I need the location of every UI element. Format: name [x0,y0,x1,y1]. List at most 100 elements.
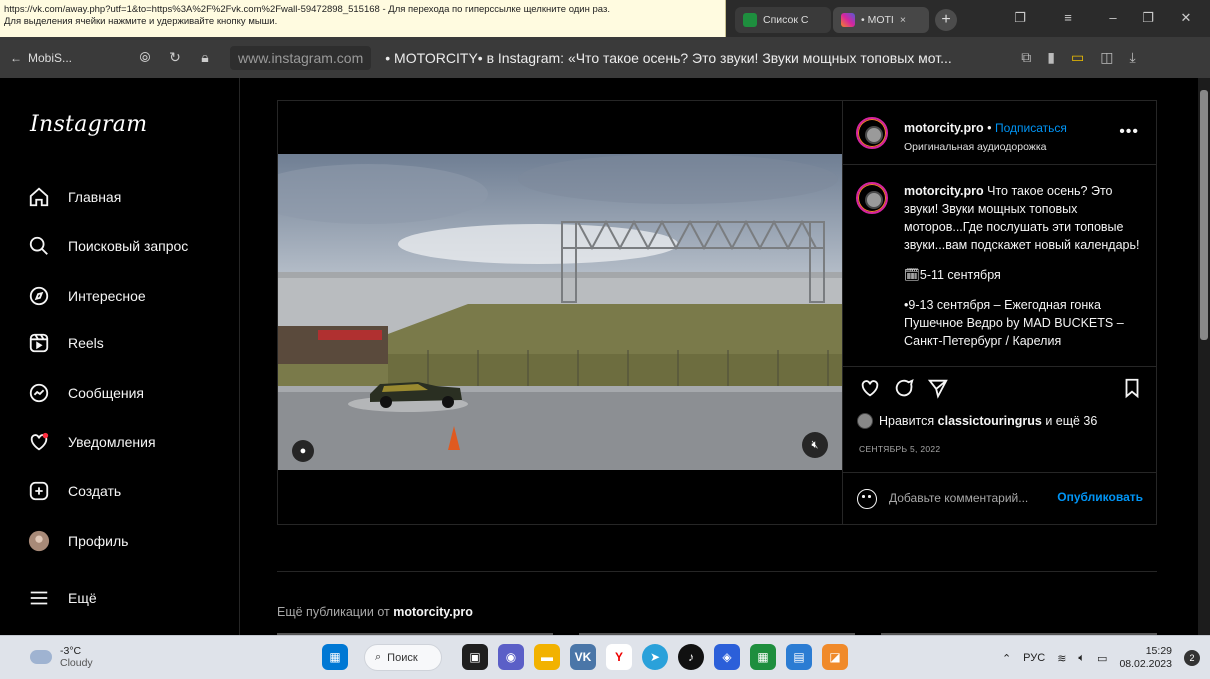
notification-icon[interactable]: 2 [1184,650,1200,666]
collections-icon[interactable]: ❐ [1012,10,1028,26]
translate-icon[interactable]: ⧉ [1021,49,1031,66]
instagram-logo[interactable]: Instagram [30,112,147,137]
nav-notifications[interactable]: Уведомления [28,427,156,457]
nav-explore[interactable]: Интересное [28,281,146,311]
nav-profile[interactable]: Профиль [28,526,128,556]
download-icon[interactable]: ⤓ [1129,49,1135,66]
start-windows-icon[interactable]: ▦ [322,644,348,670]
task-view-icon[interactable]: ▣ [462,644,488,670]
url-domain[interactable]: www.instagram.com [230,45,372,70]
keyboard-language[interactable]: РУС [1023,652,1045,664]
main-content: ● 🔇︎ motorcity.pro • Подписаться Оригина… [241,78,1198,635]
emoji-icon[interactable] [857,489,877,509]
back-button[interactable]: ← MobiS... [10,51,130,65]
nav-label: Профиль [68,533,129,549]
word-app-icon[interactable]: ▤ [786,644,812,670]
nav-home[interactable]: Главная [28,182,121,212]
nav-label: Уведомления [68,434,156,450]
cloud-icon [30,650,52,664]
temperature: -3°C [60,645,82,657]
teams-chat-icon[interactable]: ◉ [498,644,524,670]
extensions-icon[interactable]: ◫ [1100,49,1113,66]
battery-icon[interactable]: ▭ [1097,652,1107,665]
nav-more[interactable]: Ещё [28,583,97,613]
follow-button[interactable]: Подписаться [995,121,1067,135]
tab-menu-icon[interactable]: ≡ [1060,10,1076,26]
publish-button[interactable]: Опубликовать [1057,490,1143,504]
taskbar-search[interactable]: ⌕ Поиск [364,644,442,671]
likes-prefix: Нравится [879,414,938,428]
share-send-icon[interactable] [927,377,949,399]
video-frame [278,154,842,470]
plus-square-icon [28,480,50,502]
page-scrollbar[interactable] [1198,78,1210,635]
liker-username[interactable]: classictouringrus [938,414,1042,428]
chevron-up-icon[interactable]: ⌃ [1002,652,1011,665]
nav-search[interactable]: Поисковый запрос [28,231,188,261]
yandex-browser-icon[interactable]: Y [606,644,632,670]
sheets-favicon-icon [743,13,757,27]
wifi-icon[interactable]: ≋ [1057,652,1066,665]
messenger-icon [28,382,50,404]
author-username[interactable]: motorcity.pro [904,121,984,135]
like-heart-icon[interactable] [859,377,881,399]
nav-label: Поисковый запрос [68,238,189,254]
more-options-icon[interactable]: ••• [1119,123,1139,141]
new-tab-button[interactable]: + [935,9,957,31]
caption-event: •9-13 сентября – Ежегодная гонка Пушечно… [904,298,1124,348]
more-prefix: Ещё публикации от [277,605,394,619]
compass-icon [28,285,50,307]
likes-count[interactable]: и ещё 36 [1042,414,1097,428]
post-modal: ● 🔇︎ motorcity.pro • Подписаться Оригина… [277,100,1157,525]
image-app-icon[interactable]: ◪ [822,644,848,670]
caption-username[interactable]: motorcity.pro [904,184,984,198]
shield-icon[interactable]: ⦾ [130,49,160,66]
tab-sheets[interactable]: Список С [735,7,831,33]
browser-tab-strip: https://vk.com/away.php?utf=1&to=https%3… [0,0,1210,37]
telegram-icon[interactable]: ➤ [642,644,668,670]
sheets-app-icon[interactable]: ▦ [750,644,776,670]
caption-avatar[interactable] [856,182,888,214]
nav-label: Создать [68,483,122,499]
close-window-icon[interactable]: ✕ [1178,10,1194,26]
nav-label: Reels [68,335,104,351]
arrow-left-icon: ← [10,50,22,65]
back-label: MobiS... [28,50,73,65]
author-avatar[interactable] [856,117,888,149]
system-tray: ⌃ РУС ≋ 🔈︎ ▭ 15:29 08.02.2023 2 [1002,644,1200,672]
close-tab-icon[interactable]: × [900,14,906,26]
comment-input[interactable] [889,487,1049,509]
mute-icon[interactable]: 🔇︎ [802,432,828,458]
comment-icon[interactable] [893,377,915,399]
search-icon [28,235,50,257]
shield-app-icon[interactable]: ◈ [714,644,740,670]
weather-condition: Cloudy [60,657,93,669]
audio-label[interactable]: Оригинальная аудиодорожка [904,141,1046,153]
post-caption: motorcity.pro Что такое осень? Это звуки… [843,166,1157,366]
volume-icon[interactable]: 🔈︎ [1078,652,1085,665]
tab-label: Список С [763,14,809,26]
post-video[interactable]: ● 🔇︎ [278,154,842,470]
tab-instagram[interactable]: • MOTI × [833,7,929,33]
post-date[interactable]: СЕНТЯБРЬ 5, 2022 [859,444,940,454]
nav-reels[interactable]: Reels [28,328,104,358]
liker-avatar[interactable] [857,413,873,429]
tagged-user-icon[interactable]: ● [292,440,314,462]
clock[interactable]: 15:29 08.02.2023 [1119,645,1172,671]
scroll-thumb[interactable] [1200,90,1208,340]
windows-taskbar: -3°C Cloudy ▦ ⌕ Поиск ▣ ◉ ▬ VK Y ➤ ♪ ◈ ▦… [0,635,1210,679]
nav-messages[interactable]: Сообщения [28,378,144,408]
bookmark-icon[interactable]: ▮ [1047,49,1055,66]
vk-icon[interactable]: VK [570,644,596,670]
minimize-icon[interactable]: – [1105,10,1121,26]
weather-widget[interactable]: -3°C Cloudy [30,645,93,669]
more-username[interactable]: motorcity.pro [393,605,473,619]
file-explorer-icon[interactable]: ▬ [534,644,560,670]
separator: • [987,121,992,135]
save-bookmark-icon[interactable] [1121,377,1143,399]
battery-saver-icon[interactable]: ▭ [1071,49,1084,66]
tiktok-icon[interactable]: ♪ [678,644,704,670]
maximize-icon[interactable]: ❐ [1140,10,1156,26]
reload-icon[interactable]: ↻ [160,49,190,66]
nav-create[interactable]: Создать [28,476,121,506]
